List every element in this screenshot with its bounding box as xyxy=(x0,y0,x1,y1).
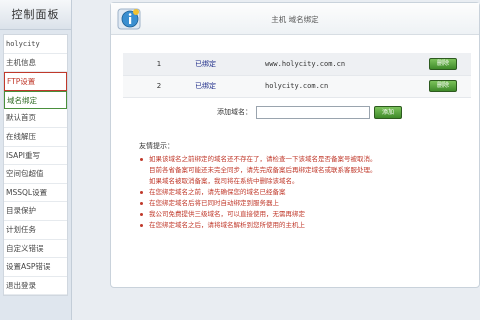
sidebar-item-custom-errors[interactable]: 自定义错误 xyxy=(4,240,67,259)
tip-line: 目前各省备案可能还未完全同步，请先完成备案后再绑定域名或联系客服处理。 xyxy=(149,166,377,174)
panel-header: 主机 域名绑定 xyxy=(111,3,479,35)
tip-line: 如果域名被取消备案，我司将在系统中删除该域名。 xyxy=(149,177,299,185)
tips-section: 友情提示： 如果该域名之前绑定的域名还不存在了，请检查一下该域名是否备案号被取消… xyxy=(139,141,471,231)
delete-button[interactable]: 删除 xyxy=(429,80,457,92)
bullet-icon xyxy=(140,213,143,216)
status-badge: 已绑定 xyxy=(195,53,265,76)
sidebar-item-host-info[interactable]: 主机信息 xyxy=(4,54,67,73)
add-domain-button[interactable]: 添加 xyxy=(374,105,402,119)
bullet-icon xyxy=(140,224,143,227)
domain-name: www.holycity.com.cn xyxy=(265,53,415,76)
sidebar-item-ftp-settings[interactable]: FTP设置 xyxy=(4,72,67,91)
row-index: 2 xyxy=(123,75,195,98)
add-domain-input[interactable] xyxy=(256,105,370,119)
table-row: 1 已绑定 www.holycity.com.cn 删除 xyxy=(123,53,471,76)
sidebar-title: 控制面板 xyxy=(0,0,71,30)
tip-line: 在您绑定域名之前，请先确保您的域名已经备案 xyxy=(139,187,471,198)
tips-title: 友情提示： xyxy=(139,142,174,150)
sidebar-item-scheduled-tasks[interactable]: 计划任务 xyxy=(4,221,67,240)
sidebar-item-space-package[interactable]: 空间包超值 xyxy=(4,165,67,184)
sidebar-item-default-page[interactable]: 默认首页 xyxy=(4,109,67,128)
sidebar-item-domain-binding[interactable]: 域名绑定 xyxy=(4,90,67,110)
delete-button[interactable]: 删除 xyxy=(429,57,457,70)
table-row: 2 已绑定 holycity.com.cn 删除 xyxy=(123,75,471,98)
sidebar-item-isapi-rewrite[interactable]: ISAPI重写 xyxy=(4,147,67,166)
add-domain-row: 添加域名： 添加 xyxy=(217,105,402,119)
tip-line: 我公司免费提供三级域名，可以直接使用，无需再绑定 xyxy=(139,209,471,220)
sidebar-item-online-unzip[interactable]: 在线解压 xyxy=(4,128,67,147)
tip-line: 在您绑定域名后将已同时自动绑定到服务器上 xyxy=(139,198,471,209)
sidebar-item-directory-protection[interactable]: 目录保护 xyxy=(4,202,67,221)
sidebar-menu: holycity 主机信息 FTP设置 域名绑定 默认首页 在线解压 ISAPI… xyxy=(3,34,68,297)
add-domain-label: 添加域名： xyxy=(217,108,252,116)
sidebar-item-mssql-settings[interactable]: MSSQL设置 xyxy=(4,184,67,203)
sidebar-item-asp-errors[interactable]: 设置ASP错误 xyxy=(4,258,67,277)
row-index: 1 xyxy=(123,53,195,76)
tips-list: 如果该域名之前绑定的域名还不存在了，请检查一下该域名是否备案号被取消。 目前各省… xyxy=(139,154,471,231)
bullet-icon xyxy=(140,191,143,194)
domain-table: 1 已绑定 www.holycity.com.cn 删除 2 已绑定 holyc… xyxy=(123,53,471,98)
status-badge: 已绑定 xyxy=(195,75,265,98)
tip-line: 如果该域名之前绑定的域名还不存在了，请检查一下该域名是否备案号被取消。 xyxy=(139,154,471,165)
tip-line: 在您绑定域名之后，请将域名解析到您所使用的主机上 xyxy=(139,220,471,231)
page-title: 主机 域名绑定 xyxy=(271,15,319,24)
bullet-icon xyxy=(140,158,143,161)
sidebar: 控制面板 holycity 主机信息 FTP设置 域名绑定 默认首页 在线解压 … xyxy=(0,0,72,320)
sidebar-item-logout[interactable]: 退出登录 xyxy=(4,277,67,296)
domain-name: holycity.com.cn xyxy=(265,75,415,98)
bullet-icon xyxy=(140,202,143,205)
main-panel: 主机 域名绑定 1 已绑定 www.holycity.com.cn 删除 2 已… xyxy=(110,2,480,288)
sidebar-item-username: holycity xyxy=(4,35,67,54)
